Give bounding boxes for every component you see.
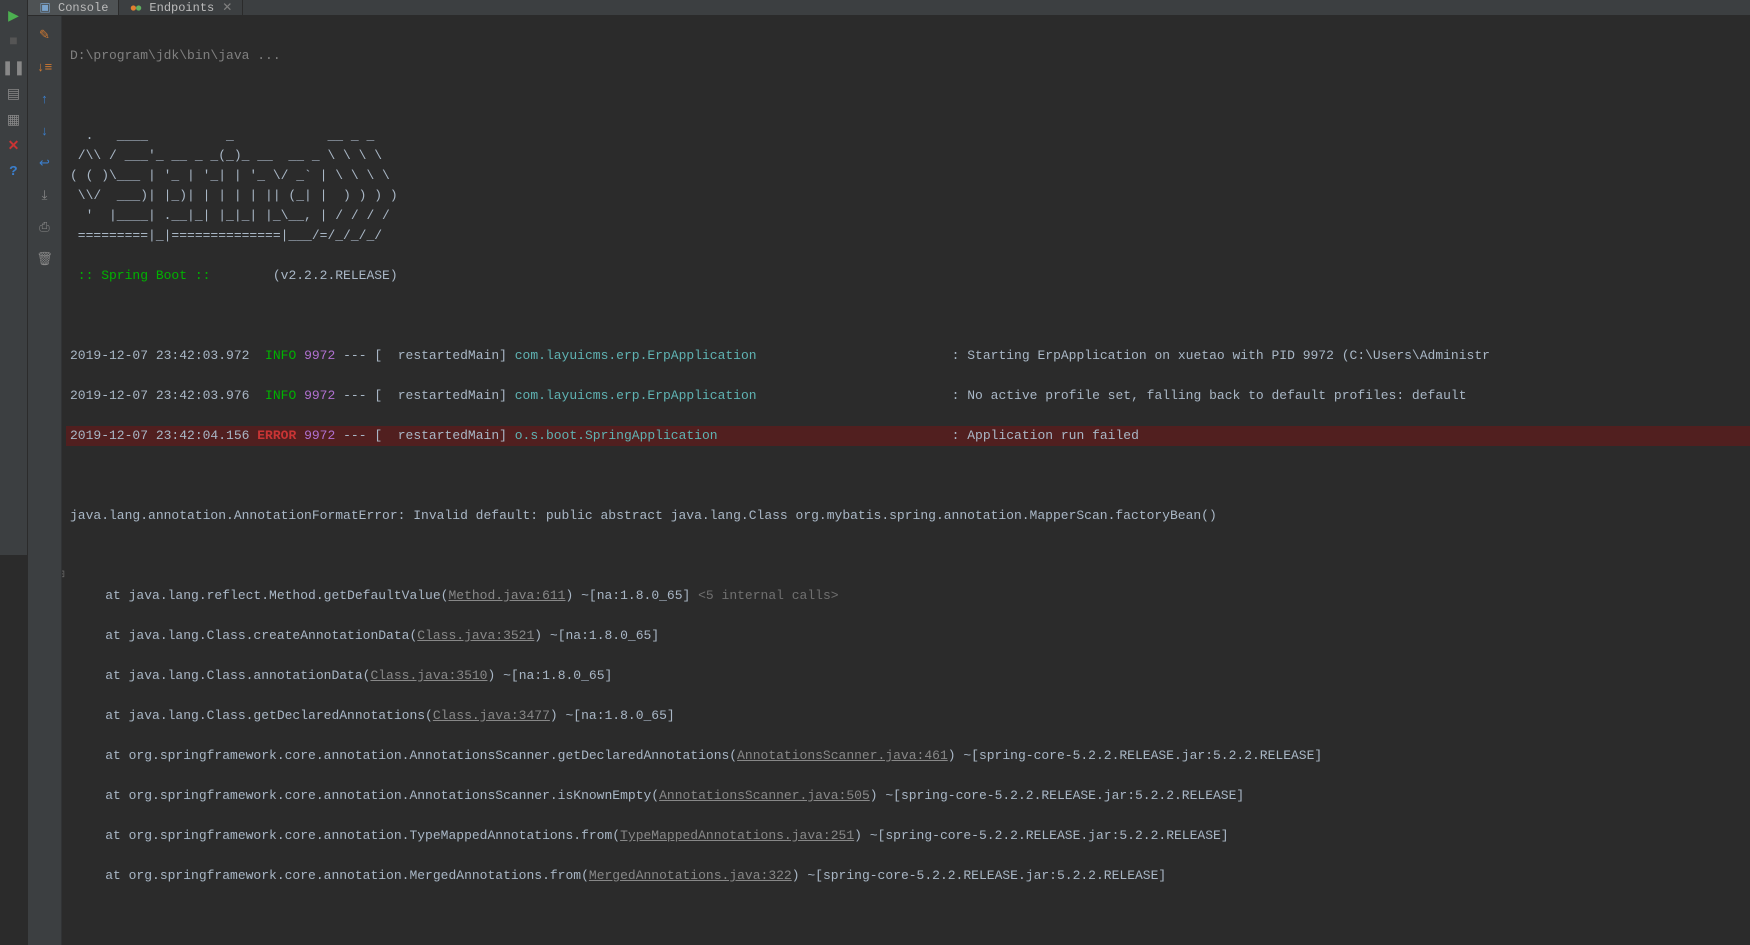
sort-icon[interactable]: ↓≡ — [34, 56, 56, 78]
source-link[interactable]: Class.java:3521 — [417, 628, 534, 643]
scroll-end-icon[interactable]: ⤓ — [34, 184, 56, 206]
stack-frame: at org.springframework.core.annotation.A… — [70, 786, 1750, 806]
soft-wrap-icon[interactable]: ↩ — [34, 152, 56, 174]
internal-calls: <5 internal calls> — [698, 588, 838, 603]
stack-frame: at org.springframework.core.annotation.M… — [70, 866, 1750, 886]
trash-icon[interactable]: 🗑 — [34, 248, 56, 270]
down-icon[interactable]: ↓ — [34, 120, 56, 142]
help-icon[interactable]: ? — [4, 162, 24, 182]
log-line: 2019-12-07 23:42:03.976 INFO 9972 --- [ … — [66, 386, 1750, 406]
tool-tabs: ▣ Console Endpoints ✕ — [28, 0, 1750, 16]
pause-icon[interactable]: ❚❚ — [4, 58, 24, 78]
tab-endpoints-label: Endpoints — [149, 1, 214, 15]
tab-console[interactable]: ▣ Console — [28, 0, 119, 15]
layout-icon[interactable]: ▦ — [4, 110, 24, 130]
spring-boot-label: :: Spring Boot :: — [70, 268, 218, 283]
spring-boot-version: (v2.2.2.RELEASE) — [273, 268, 398, 283]
console-toolbar: ✎ ↓≡ ↑ ↓ ↩ ⤓ ⎙ 🗑 — [28, 16, 62, 945]
source-link[interactable]: Class.java:3477 — [433, 708, 550, 723]
stack-frame: at java.lang.Class.annotationData(Class.… — [70, 666, 1750, 686]
stack-frame: at java.lang.Class.getDeclaredAnnotation… — [70, 706, 1750, 726]
endpoints-icon — [129, 1, 143, 15]
camera-icon[interactable]: ▤ — [4, 84, 24, 104]
run-icon[interactable]: ▶ — [4, 6, 24, 26]
exception-line: java.lang.annotation.AnnotationFormatErr… — [66, 506, 1750, 526]
source-link[interactable]: AnnotationsScanner.java:461 — [737, 748, 948, 763]
stack-frame: at java.lang.Class.createAnnotationData(… — [70, 626, 1750, 646]
left-gutter: ▶ ■ ❚❚ ▤ ▦ ✕ ? — [0, 0, 28, 555]
source-link[interactable]: MergedAnnotations.java:322 — [589, 868, 792, 883]
up-icon[interactable]: ↑ — [34, 88, 56, 110]
console-output[interactable]: D:\program\jdk\bin\java ... . ____ _ __ … — [62, 16, 1750, 945]
command-line: D:\program\jdk\bin\java ... — [66, 46, 1750, 66]
stack-frame: at org.springframework.core.annotation.T… — [70, 826, 1750, 846]
source-link[interactable]: Method.java:611 — [448, 588, 565, 603]
stop-disabled-icon: ■ — [4, 32, 24, 52]
tab-endpoints[interactable]: Endpoints ✕ — [119, 0, 243, 15]
close-icon[interactable]: ✕ — [222, 0, 232, 15]
log-line: 2019-12-07 23:42:03.972 INFO 9972 --- [ … — [66, 346, 1750, 366]
spring-banner: . ____ _ __ _ _ /\\ / ___'_ __ _ _(_)_ _… — [66, 126, 1750, 246]
console-icon: ▣ — [38, 1, 52, 15]
log-line-error: 2019-12-07 23:42:04.156 ERROR 9972 --- [… — [66, 426, 1750, 446]
expand-marker-icon[interactable]: ⊞ — [62, 566, 68, 586]
stack-frame: at org.springframework.core.annotation.A… — [70, 746, 1750, 766]
tab-console-label: Console — [58, 1, 108, 15]
print-icon[interactable]: ⎙ — [34, 216, 56, 238]
spring-boot-line: :: Spring Boot :: (v2.2.2.RELEASE) — [66, 266, 1750, 286]
edit-icon[interactable]: ✎ — [34, 24, 56, 46]
source-link[interactable]: AnnotationsScanner.java:505 — [659, 788, 870, 803]
close-red-icon[interactable]: ✕ — [4, 136, 24, 156]
source-link[interactable]: TypeMappedAnnotations.java:251 — [620, 828, 854, 843]
stack-frame: at java.lang.reflect.Method.getDefaultVa… — [70, 586, 1750, 606]
source-link[interactable]: Class.java:3510 — [370, 668, 487, 683]
